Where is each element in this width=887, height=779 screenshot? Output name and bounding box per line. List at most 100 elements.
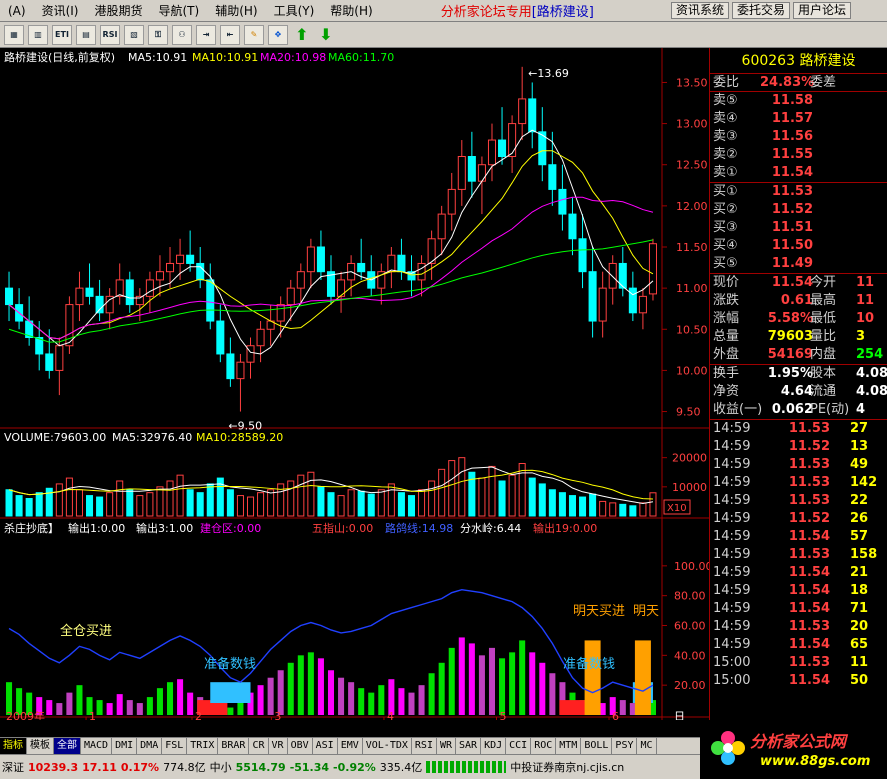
stat-label-2: 内盘 bbox=[810, 347, 837, 362]
pencil-icon[interactable]: ✎ bbox=[244, 24, 264, 45]
list-icon[interactable]: ▦ bbox=[4, 24, 24, 45]
indicator-bar bbox=[428, 673, 435, 715]
tab-cci[interactable]: CCI bbox=[506, 738, 532, 754]
tab-mtm[interactable]: MTM bbox=[556, 738, 582, 754]
tab-emv[interactable]: EMV bbox=[338, 738, 363, 754]
candle-body bbox=[548, 164, 557, 190]
bid-row: 买① 11.53 bbox=[710, 183, 887, 201]
tick-row: 14:59 11.53 27 bbox=[710, 420, 887, 438]
volume-bar bbox=[418, 489, 426, 517]
candle-body bbox=[528, 98, 537, 133]
high-price-marker: ←13.69 bbox=[528, 67, 569, 80]
volume-bar bbox=[498, 480, 506, 517]
candle-body bbox=[558, 188, 567, 215]
vol-icon[interactable]: ▤ bbox=[76, 24, 96, 45]
tab-kdj[interactable]: KDJ bbox=[481, 738, 507, 754]
tick-volume: 18 bbox=[850, 583, 869, 598]
volume-bar bbox=[86, 495, 94, 517]
tab-asi[interactable]: ASI bbox=[313, 738, 338, 754]
tick-volume: 49 bbox=[850, 457, 869, 472]
candle-body bbox=[518, 98, 527, 125]
stat-value-2: 254 bbox=[856, 347, 884, 362]
tick-price: 11.54 bbox=[788, 583, 830, 598]
tab-roc[interactable]: ROC bbox=[531, 738, 557, 754]
menu-a[interactable]: (A) bbox=[0, 4, 34, 18]
tick-time: 14:59 bbox=[713, 475, 751, 490]
indicator-bar bbox=[66, 692, 73, 715]
export-icon[interactable]: ⇤ bbox=[220, 24, 240, 45]
tick-price: 11.53 bbox=[788, 619, 830, 634]
stat-label-2: 流通 bbox=[810, 384, 837, 399]
candle-body bbox=[568, 213, 577, 240]
tab-dma[interactable]: DMA bbox=[137, 738, 163, 754]
rsi-icon[interactable]: RSI bbox=[100, 24, 120, 45]
stat-label-2: 今开 bbox=[810, 275, 837, 290]
tick-time: 14:59 bbox=[713, 619, 751, 634]
tick-list[interactable]: 14:59 11.53 27 14:59 11.52 13 14:59 11.53 49 14:5… bbox=[710, 420, 887, 690]
indicator-bar bbox=[146, 697, 153, 715]
forum-button[interactable]: 用户论坛 bbox=[792, 2, 851, 19]
menu-info[interactable]: 资讯(I) bbox=[34, 2, 87, 19]
indicator-bar bbox=[307, 652, 314, 715]
menu-assist[interactable]: 辅助(H) bbox=[207, 2, 265, 19]
menu-hk-futures[interactable]: 港股期货 bbox=[86, 2, 150, 19]
tab-模板[interactable]: 模板 bbox=[27, 738, 54, 754]
tab-wr[interactable]: WR bbox=[437, 738, 457, 754]
tick-time: 14:59 bbox=[713, 601, 751, 616]
tab-dmi[interactable]: DMI bbox=[112, 738, 138, 754]
eti-icon[interactable]: ETI bbox=[52, 24, 72, 45]
info-system-button[interactable]: 资讯系统 bbox=[670, 2, 729, 19]
volume-bar bbox=[156, 486, 164, 517]
import-icon[interactable]: ⇥ bbox=[196, 24, 216, 45]
chart2-icon[interactable]: ▧ bbox=[124, 24, 144, 45]
candle-body bbox=[467, 156, 476, 182]
bid-label: 买③ bbox=[713, 220, 738, 235]
menu-navigate[interactable]: 导航(T) bbox=[151, 2, 208, 19]
wuzhishan-label: 五指山:0.00 bbox=[312, 521, 373, 535]
tick-price: 11.53 bbox=[788, 493, 830, 508]
volume-bar bbox=[387, 483, 395, 517]
volume-bar bbox=[377, 489, 385, 517]
chart-icon[interactable]: ▥ bbox=[28, 24, 48, 45]
tab-fsl[interactable]: FSL bbox=[162, 738, 188, 754]
indicator-bar bbox=[488, 647, 496, 715]
stat-value: 5.58% bbox=[767, 311, 813, 326]
indicator-bar bbox=[287, 662, 294, 715]
price-tick-label: 11.00 bbox=[676, 282, 708, 295]
tab-sar[interactable]: SAR bbox=[456, 738, 482, 754]
weibi-row: 委比 24.83% 委差 bbox=[710, 74, 887, 92]
tab-rsi[interactable]: RSI bbox=[412, 738, 437, 754]
tab-psy[interactable]: PSY bbox=[612, 738, 638, 754]
menu-help[interactable]: 帮助(H) bbox=[322, 2, 380, 19]
tab-trix[interactable]: TRIX bbox=[187, 738, 219, 754]
down-arrow-icon[interactable]: ⬇ bbox=[316, 25, 336, 45]
indicator-bar bbox=[619, 700, 626, 715]
move-icon[interactable]: ✥ bbox=[268, 24, 288, 45]
volume-bar bbox=[116, 480, 124, 517]
tab-cr[interactable]: CR bbox=[249, 738, 269, 754]
tab-mc[interactable]: MC bbox=[637, 738, 657, 754]
stat-value: 79603 bbox=[767, 329, 813, 344]
tab-obv[interactable]: OBV bbox=[288, 738, 313, 754]
candle-body bbox=[387, 254, 396, 273]
trade-button[interactable]: 委托交易 bbox=[731, 2, 790, 19]
tick-time: 14:59 bbox=[713, 547, 751, 562]
menu-tools[interactable]: 工具(Y) bbox=[266, 2, 323, 19]
tab-vol-tdx[interactable]: VOL-TDX bbox=[363, 738, 412, 754]
tab-macd[interactable]: MACD bbox=[81, 738, 113, 754]
tab-boll[interactable]: BOLL bbox=[581, 738, 613, 754]
link-icon[interactable]: ⚇ bbox=[172, 24, 192, 45]
key-icon[interactable]: ⚿ bbox=[148, 24, 168, 45]
up-arrow-icon[interactable]: ⬆ bbox=[292, 25, 312, 45]
tab-指标[interactable]: 指标 bbox=[0, 738, 27, 754]
candle-body bbox=[357, 262, 366, 273]
volume-bar bbox=[609, 502, 617, 517]
tick-row: 14:59 11.54 57 bbox=[710, 528, 887, 546]
tab-全部[interactable]: 全部 bbox=[54, 738, 81, 754]
tab-brar[interactable]: BRAR bbox=[218, 738, 250, 754]
volume-bar bbox=[15, 495, 23, 517]
tab-vr[interactable]: VR bbox=[269, 738, 288, 754]
bid-list: 买① 11.53 买② 11.52 买③ 11.51 买④ 11.50 买⑤ 11.49 bbox=[710, 183, 887, 273]
bid-price: 11.50 bbox=[771, 238, 813, 253]
kline-chart[interactable]: 13.50 13.00 12.50 12.00 11.50 11.00 10.50 10.00… bbox=[0, 48, 709, 720]
